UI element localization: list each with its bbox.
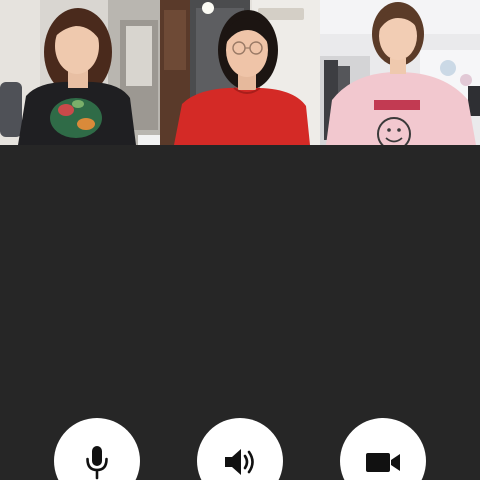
participant-video-tile-1[interactable] [0,0,160,145]
participant-video-feed-3 [320,0,480,145]
microphone-toggle-button[interactable] [54,418,140,480]
participant-video-tile-2[interactable] [160,0,320,145]
camera-toggle-button[interactable] [340,418,426,480]
call-controls-bar [0,418,480,480]
participant-video-grid [0,0,480,145]
video-camera-icon [366,453,400,472]
participant-video-tile-3[interactable] [320,0,480,145]
speaker-toggle-button[interactable] [197,418,283,480]
video-call-screen [0,0,480,480]
microphone-icon [86,446,108,480]
participant-video-feed-1 [0,0,160,145]
speaker-icon [225,449,254,475]
participant-video-feed-2 [160,0,320,145]
